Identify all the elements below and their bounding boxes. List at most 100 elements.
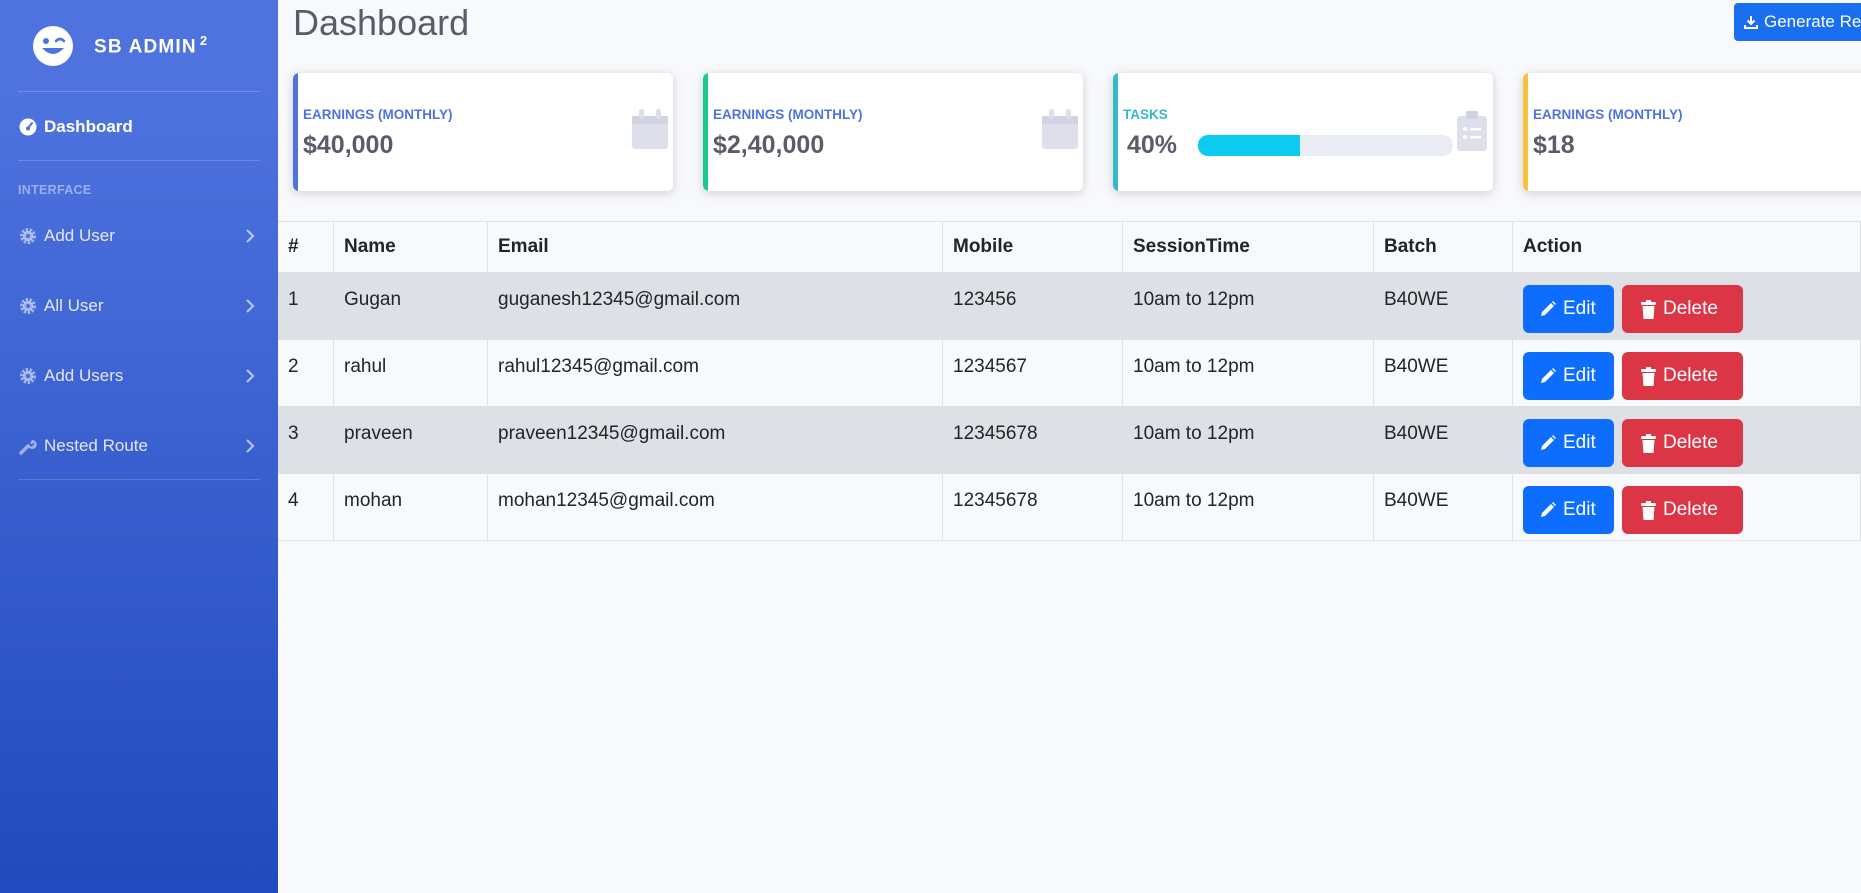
page-title: Dashboard	[293, 2, 470, 43]
trash-icon	[1641, 366, 1656, 386]
cell-action: Edit Delete	[1512, 272, 1861, 340]
sidebar-item-label: Add User	[44, 226, 115, 245]
cell-session: 10am to 12pm	[1122, 406, 1374, 474]
edit-label: Edit	[1563, 499, 1596, 520]
download-icon	[1744, 16, 1758, 29]
cell-name: Gugan	[333, 272, 488, 340]
sidebar-item-label: Nested Route	[44, 436, 148, 455]
delete-button[interactable]: Delete	[1622, 285, 1743, 333]
gear-icon	[20, 298, 36, 314]
column-header: #	[278, 221, 334, 273]
card-title: EARNINGS (MONTHLY)	[713, 107, 863, 122]
edit-label: Edit	[1563, 298, 1596, 319]
pencil-icon	[1541, 502, 1556, 517]
pencil-icon	[1541, 301, 1556, 316]
cell-action: Edit Delete	[1512, 473, 1861, 541]
table-row: 1 Gugan guganesh12345@gmail.com 123456 1…	[278, 272, 1861, 340]
sidebar-item-dashboard[interactable]: Dashboard	[0, 102, 278, 152]
cell-email: mohan12345@gmail.com	[487, 473, 943, 541]
sidebar-item-all-user[interactable]: All User	[0, 281, 278, 331]
card-accent	[703, 73, 708, 191]
edit-label: Edit	[1563, 365, 1596, 386]
cell-mobile: 123456	[942, 272, 1123, 340]
trash-icon	[1641, 500, 1656, 520]
sidebar-item-nested-route[interactable]: Nested Route	[0, 421, 278, 471]
cell-name: praveen	[333, 406, 488, 474]
cell-id: 1	[278, 272, 334, 340]
delete-label: Delete	[1663, 499, 1718, 520]
table-row: 2 rahul rahul12345@gmail.com 1234567 10a…	[278, 339, 1861, 407]
cell-email: guganesh12345@gmail.com	[487, 272, 943, 340]
delete-label: Delete	[1663, 365, 1718, 386]
cell-id: 3	[278, 406, 334, 474]
edit-label: Edit	[1563, 432, 1596, 453]
earnings-card: EARNINGS (MONTHLY) $40,000	[293, 73, 673, 191]
delete-button[interactable]: Delete	[1622, 419, 1743, 467]
edit-button[interactable]: Edit	[1523, 486, 1614, 534]
pencil-icon	[1541, 435, 1556, 450]
chevron-right-icon	[246, 369, 255, 383]
delete-button[interactable]: Delete	[1622, 486, 1743, 534]
cell-session: 10am to 12pm	[1122, 473, 1374, 541]
trash-icon	[1641, 433, 1656, 453]
cell-mobile: 12345678	[942, 406, 1123, 474]
cell-batch: B40WE	[1373, 339, 1513, 407]
sidebar-brand[interactable]: SB ADMIN 2	[0, 0, 278, 90]
wrench-icon	[19, 439, 37, 455]
edit-button[interactable]: Edit	[1523, 352, 1614, 400]
table-row: 3 praveen praveen12345@gmail.com 1234567…	[278, 406, 1861, 474]
clipboard-list-icon	[1457, 111, 1487, 151]
card-accent	[1113, 73, 1118, 191]
sidebar-heading: INTERFACE	[18, 183, 92, 197]
cell-id: 4	[278, 473, 334, 541]
sidebar-item-label: All User	[44, 296, 104, 315]
card-value: $18	[1533, 131, 1575, 159]
column-header: Action	[1512, 221, 1861, 273]
cell-id: 2	[278, 339, 334, 407]
cell-name: mohan	[333, 473, 488, 541]
column-header: SessionTime	[1122, 221, 1374, 273]
edit-button[interactable]: Edit	[1523, 285, 1614, 333]
delete-label: Delete	[1663, 432, 1718, 453]
column-header: Batch	[1373, 221, 1513, 273]
sidebar-divider	[18, 160, 260, 161]
earnings-card: EARNINGS (MONTHLY) $2,40,000	[703, 73, 1083, 191]
delete-button[interactable]: Delete	[1622, 352, 1743, 400]
tasks-progress-bar	[1198, 135, 1453, 156]
cell-session: 10am to 12pm	[1122, 339, 1374, 407]
edit-button[interactable]: Edit	[1523, 419, 1614, 467]
table-row: 4 mohan mohan12345@gmail.com 12345678 10…	[278, 473, 1861, 541]
card-value: $40,000	[303, 131, 394, 159]
calendar-icon	[632, 109, 668, 149]
chevron-right-icon	[246, 439, 255, 453]
cell-mobile: 1234567	[942, 339, 1123, 407]
tasks-card: TASKS 40%	[1113, 73, 1493, 191]
sidebar-item-add-user[interactable]: Add User	[0, 211, 278, 261]
cell-email: praveen12345@gmail.com	[487, 406, 943, 474]
tachometer-icon	[19, 118, 37, 136]
card-accent	[1523, 73, 1528, 191]
table-header-row: # Name Email Mobile SessionTime Batch Ac…	[278, 221, 1861, 273]
generate-report-button[interactable]: Generate Re	[1734, 3, 1861, 41]
sidebar-item-add-users[interactable]: Add Users	[0, 351, 278, 401]
column-header: Email	[487, 221, 943, 273]
card-title: EARNINGS (MONTHLY)	[303, 107, 453, 122]
cell-action: Edit Delete	[1512, 339, 1861, 407]
cell-email: rahul12345@gmail.com	[487, 339, 943, 407]
gear-icon	[20, 368, 36, 384]
sidebar-item-label: Add Users	[44, 366, 124, 385]
cell-mobile: 12345678	[942, 473, 1123, 541]
cell-batch: B40WE	[1373, 406, 1513, 474]
chevron-right-icon	[246, 299, 255, 313]
users-table: # Name Email Mobile SessionTime Batch Ac…	[278, 221, 1861, 541]
cell-batch: B40WE	[1373, 473, 1513, 541]
cell-action: Edit Delete	[1512, 406, 1861, 474]
column-header: Name	[333, 221, 488, 273]
sidebar-item-label: Dashboard	[44, 117, 133, 136]
cell-batch: B40WE	[1373, 272, 1513, 340]
cell-session: 10am to 12pm	[1122, 272, 1374, 340]
sidebar-divider	[18, 479, 260, 480]
delete-label: Delete	[1663, 298, 1718, 319]
column-header: Mobile	[942, 221, 1123, 273]
pencil-icon	[1541, 368, 1556, 383]
